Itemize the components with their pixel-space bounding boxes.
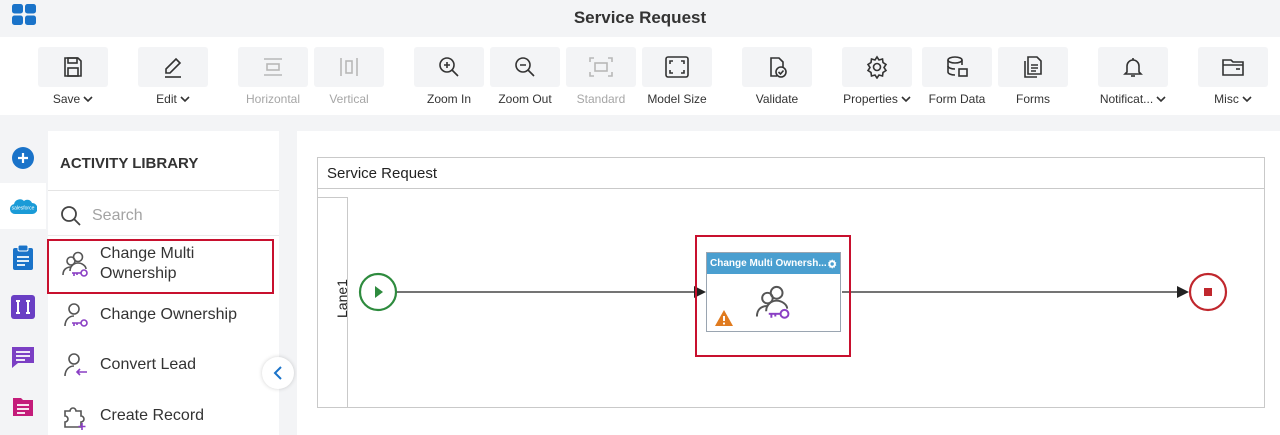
highlight-box-activity <box>695 235 851 357</box>
sequence-flow-task-to-end[interactable] <box>842 286 1189 298</box>
start-event[interactable] <box>358 272 398 312</box>
flow-connectors <box>358 272 1228 312</box>
sequence-flow-start-to-task[interactable] <box>397 286 706 298</box>
end-event[interactable] <box>1188 272 1228 312</box>
stop-icon <box>1204 288 1212 296</box>
